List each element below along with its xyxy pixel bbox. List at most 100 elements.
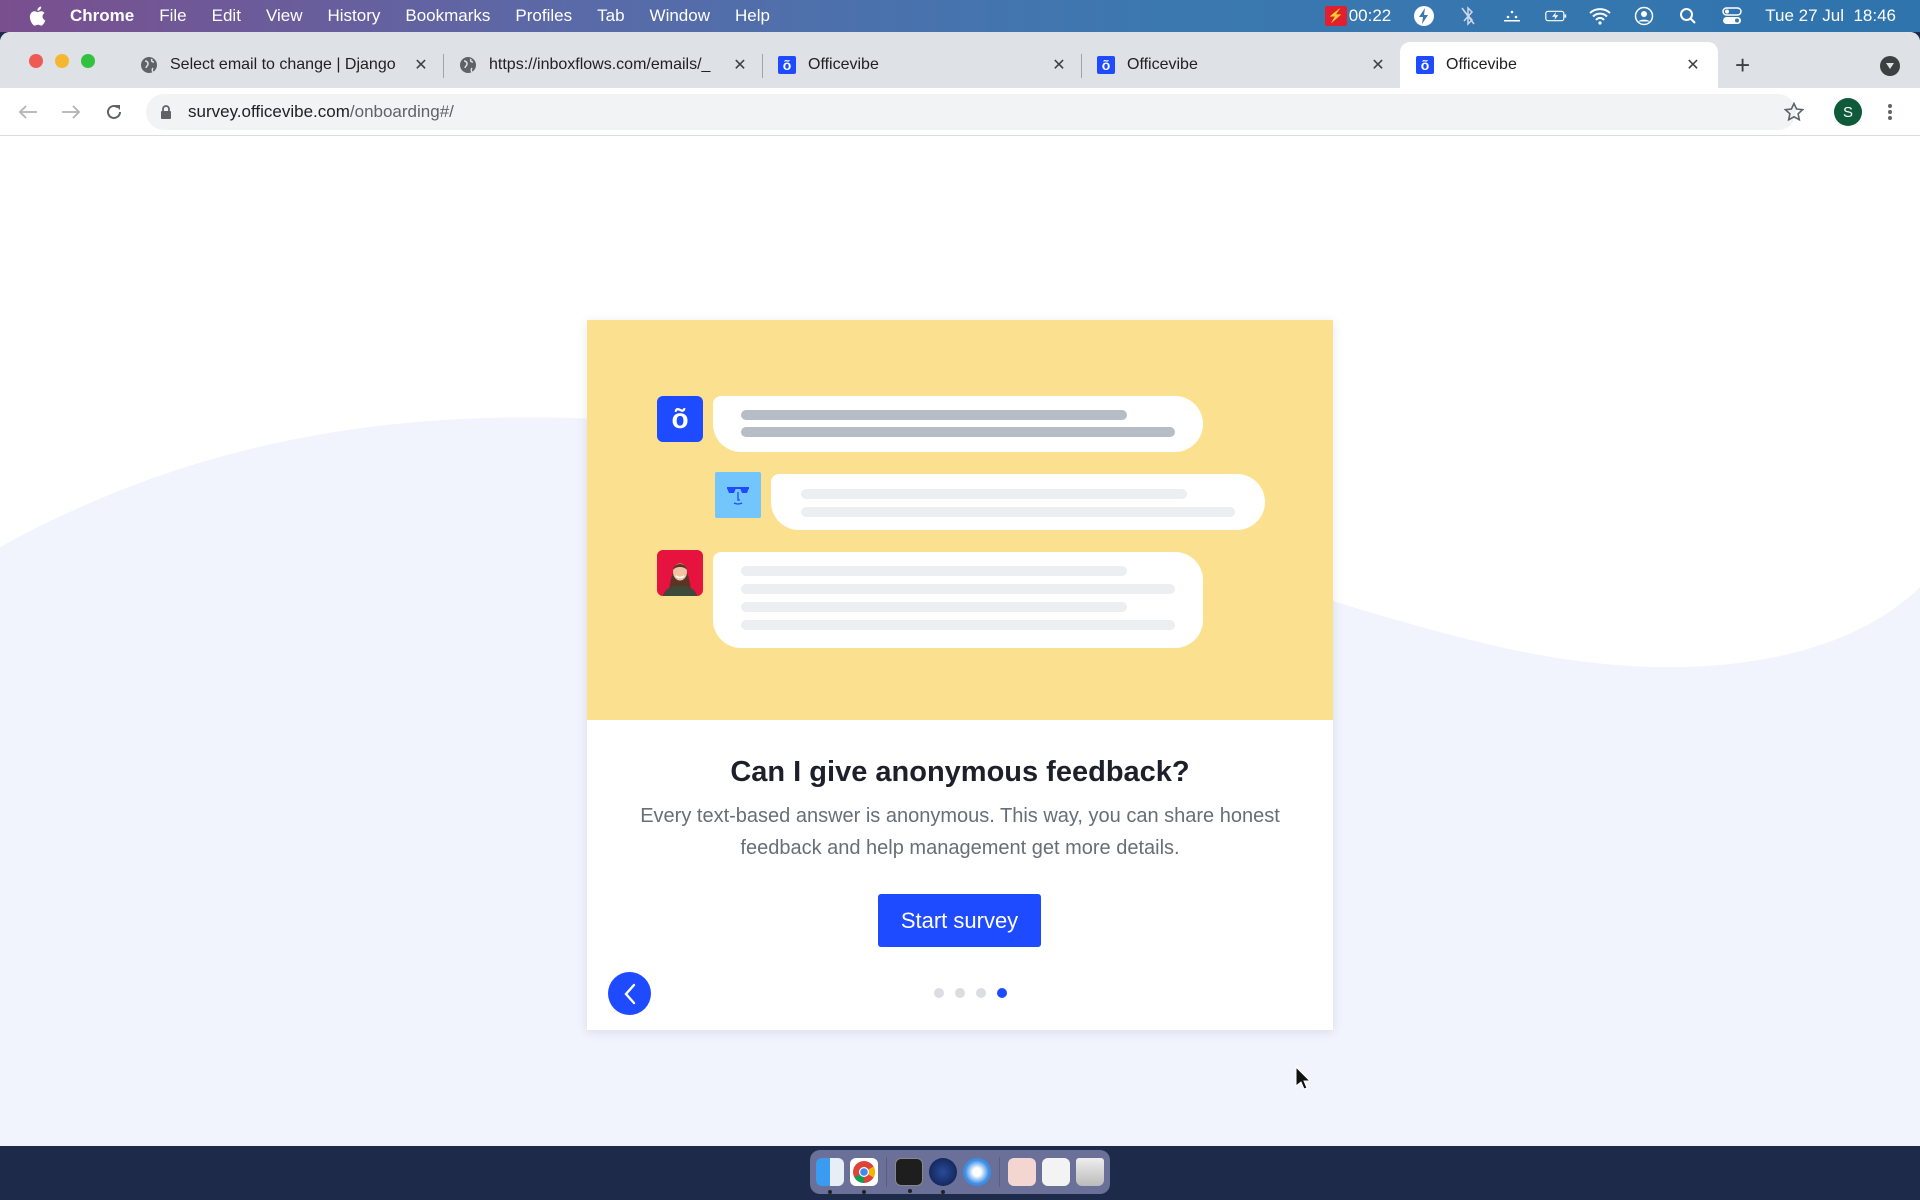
menu-bookmarks[interactable]: Bookmarks	[405, 6, 490, 26]
tab-django-admin[interactable]: Select email to change | Django ✕	[140, 42, 430, 88]
tab-title: Officevibe	[1446, 56, 1517, 73]
finder-icon[interactable]	[816, 1158, 844, 1194]
pagination-dot-1[interactable]	[934, 988, 944, 998]
menu-view[interactable]: View	[266, 6, 303, 26]
chat-bubble	[771, 474, 1265, 530]
placeholder-line	[741, 584, 1175, 594]
user-icon[interactable]	[1633, 5, 1655, 27]
browser-window: Select email to change | Django ✕ https:…	[0, 32, 1920, 1146]
card-title: Can I give anonymous feedback?	[730, 756, 1190, 788]
tab-officevibe-active[interactable]: õ Officevibe ✕	[1400, 42, 1718, 88]
arrow-right-icon	[62, 105, 81, 119]
window-close-button[interactable]	[29, 54, 43, 68]
placeholder-line	[741, 427, 1175, 437]
back-button[interactable]	[16, 100, 40, 124]
status-tray: ⚡ 00:22 Tue 27 Jul 18:46	[1324, 0, 1896, 32]
dock-separator	[886, 1157, 887, 1187]
search-icon[interactable]	[1677, 5, 1699, 27]
officevibe-icon: õ	[1416, 56, 1434, 74]
placeholder-line	[801, 489, 1187, 499]
pagination-dot-4[interactable]	[997, 988, 1007, 998]
page-content: õ Can I give anonymous feedback? Every t…	[0, 137, 1920, 1146]
apple-icon[interactable]	[28, 6, 48, 26]
menu-help[interactable]: Help	[735, 6, 770, 26]
control-center-icon[interactable]	[1721, 5, 1743, 27]
tab-close-button[interactable]: ✕	[1369, 55, 1387, 75]
bluetooth-off-icon[interactable]	[1457, 5, 1479, 27]
tab-title: https://inboxflows.com/emails/_	[489, 56, 711, 73]
forward-button[interactable]	[59, 100, 83, 124]
tab-close-button[interactable]: ✕	[1684, 55, 1702, 75]
menu-tab[interactable]: Tab	[597, 6, 624, 26]
url-text: survey.officevibe.com/onboarding#/	[188, 102, 454, 121]
tab-title: Officevibe	[1127, 56, 1198, 73]
mouse-cursor-icon	[1295, 1066, 1312, 1090]
tab-separator	[443, 54, 444, 78]
window-zoom-button[interactable]	[81, 54, 95, 68]
tab-title: Officevibe	[808, 56, 879, 73]
tab-close-button[interactable]: ✕	[412, 55, 430, 75]
folder-document-icon[interactable]	[1008, 1158, 1036, 1186]
recording-indicator[interactable]: ⚡ 00:22	[1324, 6, 1392, 26]
recording-timer: 00:22	[1348, 6, 1392, 25]
profile-avatar-button[interactable]: S	[1834, 98, 1862, 126]
globe-icon	[459, 56, 477, 74]
card-description: Every text-based answer is anonymous. Th…	[640, 805, 1280, 859]
chevron-left-icon	[623, 983, 635, 1004]
menu-app-name[interactable]: Chrome	[70, 6, 134, 26]
pagination-dot-3[interactable]	[976, 988, 986, 998]
tab-officevibe-2[interactable]: õ Officevibe ✕	[1097, 42, 1387, 88]
terminal-icon[interactable]	[895, 1158, 923, 1193]
browser-menu-button[interactable]	[1880, 100, 1900, 124]
employee-avatar-icon	[657, 550, 703, 596]
pagination-dot-2[interactable]	[955, 988, 965, 998]
tab-officevibe-1[interactable]: õ Officevibe ✕	[778, 42, 1068, 88]
trash-icon[interactable]	[1076, 1158, 1104, 1186]
tab-close-button[interactable]: ✕	[731, 55, 749, 75]
new-tab-button[interactable]: +	[1735, 52, 1750, 78]
placeholder-line	[741, 602, 1127, 612]
address-bar[interactable]: survey.officevibe.com/onboarding#/	[146, 94, 1796, 130]
bookmark-star-button[interactable]	[1782, 100, 1806, 124]
chrome-icon[interactable]	[850, 1158, 878, 1194]
dock-separator	[999, 1157, 1000, 1187]
browser-toolbar: survey.officevibe.com/onboarding#/ S	[0, 88, 1920, 136]
star-icon	[1784, 102, 1804, 122]
window-minimize-button[interactable]	[55, 54, 69, 68]
start-survey-button[interactable]: Start survey	[878, 894, 1041, 947]
dots-icon[interactable]	[1501, 5, 1523, 27]
placeholder-line	[741, 620, 1175, 630]
placeholder-line	[741, 410, 1127, 420]
onboarding-card: õ Can I give anonymous feedback? Every t…	[587, 320, 1333, 1030]
lightning-icon[interactable]	[1413, 5, 1435, 27]
clock[interactable]: Tue 27 Jul 18:46	[1765, 6, 1896, 26]
macos-menu-bar: Chrome File Edit View History Bookmarks …	[0, 0, 1920, 32]
recording-icon: ⚡	[1324, 6, 1347, 26]
menu-history[interactable]: History	[327, 6, 380, 26]
officevibe-icon: õ	[778, 56, 796, 74]
tab-separator	[1081, 54, 1082, 78]
reload-button[interactable]	[102, 100, 126, 124]
tab-strip: Select email to change | Django ✕ https:…	[0, 32, 1920, 88]
lock-icon[interactable]	[160, 104, 174, 120]
safari-icon[interactable]	[963, 1158, 991, 1186]
screenshot-thumbnail-icon[interactable]	[1042, 1158, 1070, 1186]
menu-edit[interactable]: Edit	[212, 6, 241, 26]
chat-bubble	[713, 396, 1203, 452]
wifi-icon[interactable]	[1589, 5, 1611, 27]
placeholder-line	[741, 566, 1127, 576]
placeholder-line	[801, 507, 1235, 517]
menu-window[interactable]: Window	[650, 6, 710, 26]
macos-dock	[810, 1150, 1110, 1194]
menu-file[interactable]: File	[159, 6, 186, 26]
tab-search-button[interactable]	[1880, 56, 1900, 76]
menu-profiles[interactable]: Profiles	[515, 6, 572, 26]
arrow-left-icon	[18, 105, 37, 119]
tab-title: Select email to change | Django	[170, 56, 396, 73]
previous-slide-button[interactable]	[608, 972, 651, 1015]
tab-inboxflows[interactable]: https://inboxflows.com/emails/_ ✕	[459, 42, 749, 88]
battery-charging-icon[interactable]	[1545, 5, 1567, 27]
bolt-app-icon[interactable]	[929, 1158, 957, 1194]
reload-icon	[107, 104, 121, 119]
tab-close-button[interactable]: ✕	[1050, 55, 1068, 75]
